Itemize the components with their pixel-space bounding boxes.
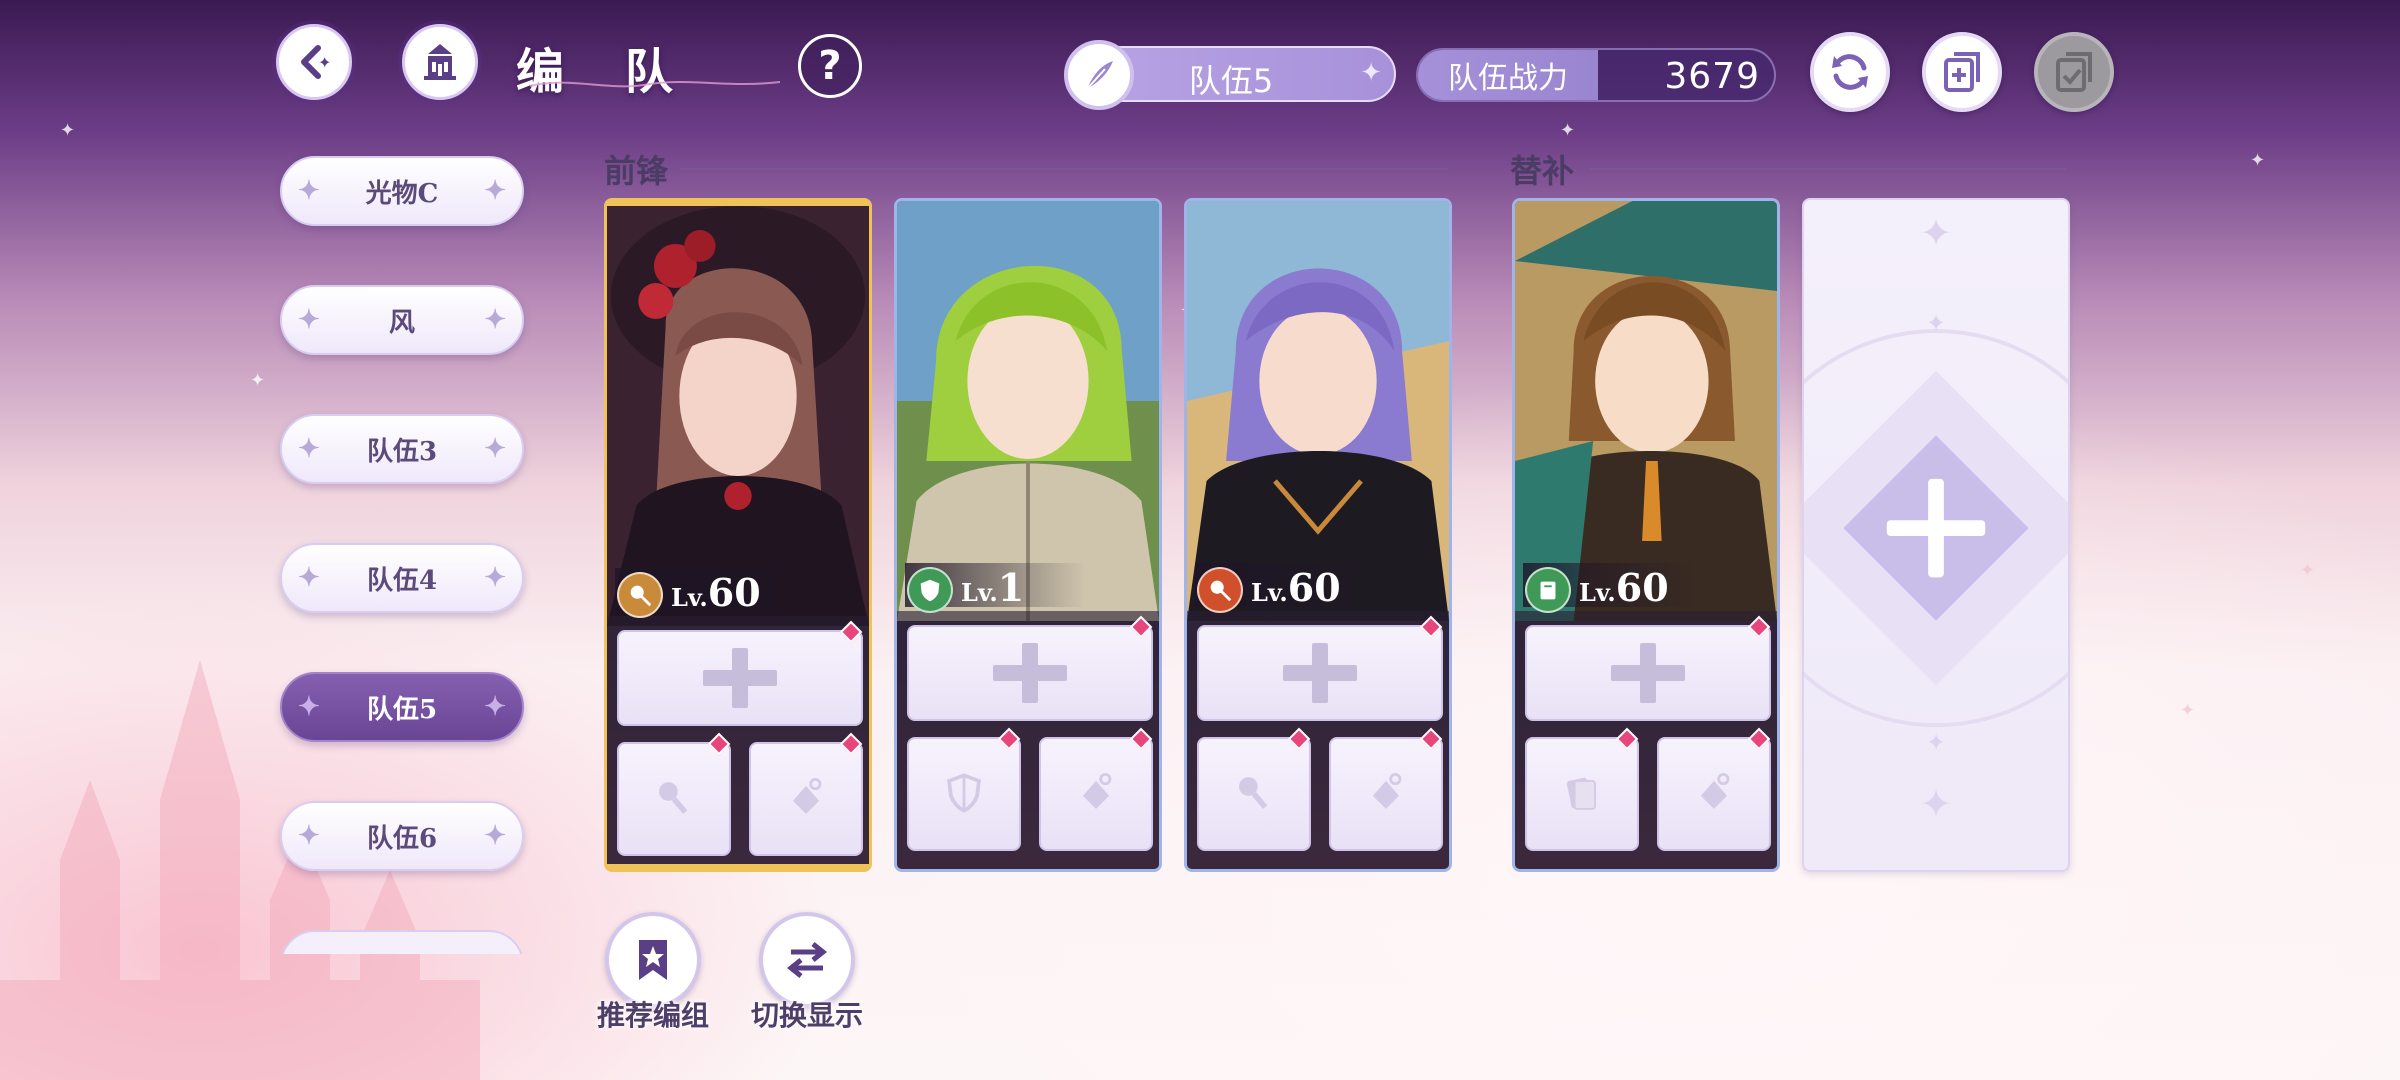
- team-tab-label: 队伍6: [366, 823, 438, 854]
- team-name-label: 队伍5: [1188, 62, 1274, 100]
- earring-icon: [1372, 773, 1402, 809]
- team-tab-5[interactable]: ✦ 队伍5 ✦: [280, 672, 524, 742]
- team-tab-label: 队伍5: [366, 694, 438, 725]
- character-card-1[interactable]: Lv.60: [604, 198, 872, 872]
- team-power-display: 队伍战力 3679: [1416, 48, 1776, 102]
- add-team-button[interactable]: [1922, 32, 2002, 112]
- mace-icon: [617, 572, 663, 618]
- bookmark-star-icon: [639, 940, 667, 980]
- team-tab-4[interactable]: ✦ 队伍4 ✦: [280, 543, 524, 613]
- equipment-slot-weapon[interactable]: [1525, 727, 1639, 851]
- team-power-value: 3679: [1664, 56, 1760, 97]
- mace-icon: [1239, 777, 1268, 809]
- home-button[interactable]: [402, 24, 478, 100]
- sparkle-icon: ✦: [298, 176, 320, 206]
- character-level: Lv.60: [1579, 565, 1669, 610]
- book-icon: [1525, 567, 1571, 613]
- earring-icon: [792, 778, 822, 814]
- team-tab-label: 光物C: [365, 178, 439, 209]
- add-character-icon: ✦ ✦ ✦ ✦: [1737, 210, 2135, 828]
- checklist-icon: [2056, 52, 2092, 92]
- sparkle-icon: ✦: [484, 692, 506, 722]
- section-divider: [680, 168, 1448, 170]
- switch-display-label: 切换显示: [750, 999, 863, 1032]
- back-button[interactable]: ✦: [276, 24, 352, 100]
- equipment-slot-main[interactable]: [1525, 615, 1771, 721]
- character-card-3[interactable]: Lv.60: [1184, 198, 1452, 872]
- help-button[interactable]: ?: [798, 34, 862, 98]
- sparkle-icon: ✦: [298, 305, 320, 335]
- back-arrow-icon: ✦: [301, 45, 331, 79]
- cards-icon: [1566, 777, 1596, 810]
- castle-home-icon: [424, 44, 456, 80]
- equipment-slot-accessory[interactable]: [1039, 727, 1153, 851]
- character-portrait: [897, 201, 1159, 621]
- equipment-slot-weapon[interactable]: [1197, 727, 1311, 851]
- sparkle-icon: ✦: [298, 434, 320, 464]
- empty-substitute-slot[interactable]: ✦ ✦ ✦ ✦: [1737, 198, 2135, 872]
- character-portrait: [1515, 201, 1777, 621]
- title-decoration: [530, 81, 780, 88]
- add-copy-icon: [1944, 52, 1980, 92]
- section-divider: [1590, 168, 2066, 170]
- swap-arrows-icon: [786, 942, 828, 978]
- recommend-team-label: 推荐编组: [596, 999, 709, 1032]
- equipment-slot-accessory[interactable]: [1329, 727, 1443, 851]
- character-portrait: [1187, 201, 1449, 621]
- recommend-team-button[interactable]: 推荐编组: [597, 912, 709, 1034]
- team-name-field[interactable]: 队伍5 ✦: [1064, 40, 1396, 110]
- svg-text:✦: ✦: [1926, 309, 1946, 337]
- sparkle-icon: ✦: [298, 692, 320, 722]
- sparkle-icon: ✦: [1360, 58, 1382, 88]
- mace-icon: [659, 782, 688, 814]
- team-tab-1[interactable]: ✦ 光物C ✦: [280, 156, 524, 226]
- svg-text:✦: ✦: [318, 53, 331, 72]
- equipment-slot-accessory[interactable]: [749, 732, 863, 856]
- equipment-slot-accessory[interactable]: [1657, 727, 1771, 851]
- team-tab-label: 队伍4: [366, 565, 438, 596]
- sparkle-icon: ✦: [484, 563, 506, 593]
- team-tab-6[interactable]: ✦ 队伍6 ✦: [280, 801, 524, 871]
- character-level: Lv.1: [961, 565, 1025, 610]
- confirm-team-button[interactable]: [2034, 32, 2114, 112]
- character-level: Lv.60: [1251, 565, 1341, 610]
- shield-icon: [947, 773, 981, 813]
- svg-text:✦: ✦: [1919, 210, 1952, 256]
- svg-text:✦: ✦: [1919, 782, 1952, 828]
- sparkle-icon: ✦: [484, 176, 506, 206]
- refresh-button[interactable]: [1810, 32, 1890, 112]
- team-tab-label: 队伍3: [366, 436, 438, 467]
- team-tab-3[interactable]: ✦ 队伍3 ✦: [280, 414, 524, 484]
- equipment-slot-weapon[interactable]: [907, 727, 1021, 851]
- team-tab-7-partial[interactable]: [280, 930, 524, 954]
- equipment-slot-weapon[interactable]: [617, 732, 731, 856]
- substitute-section-title: 替补: [1510, 152, 1575, 190]
- team-tab-label: 风: [388, 307, 415, 338]
- character-card-substitute[interactable]: Lv.60: [1512, 198, 1780, 872]
- sparkle-icon: ✦: [484, 821, 506, 851]
- earring-icon: [1082, 773, 1112, 809]
- equipment-slot-main[interactable]: [617, 620, 863, 726]
- team-tab-2[interactable]: ✦ 风 ✦: [280, 285, 524, 355]
- character-card-2[interactable]: Lv.1: [894, 198, 1162, 872]
- sparkle-icon: ✦: [298, 821, 320, 851]
- vanguard-section-title: 前锋: [604, 152, 669, 190]
- character-portrait: [607, 206, 869, 626]
- svg-text:✦: ✦: [1926, 729, 1946, 757]
- earring-icon: [1700, 773, 1730, 809]
- equipment-slot-main[interactable]: [907, 615, 1153, 721]
- mace-icon: [1197, 567, 1243, 613]
- sparkle-icon: ✦: [298, 563, 320, 593]
- character-level: Lv.60: [671, 570, 761, 615]
- sparkle-icon: ✦: [484, 434, 506, 464]
- sparkle-icon: ✦: [484, 305, 506, 335]
- team-power-label: 队伍战力: [1418, 50, 1598, 100]
- refresh-icon: [1832, 54, 1868, 90]
- equipment-slot-main[interactable]: [1197, 615, 1443, 721]
- switch-display-button[interactable]: 切换显示: [751, 912, 863, 1034]
- shield-icon: [907, 567, 953, 613]
